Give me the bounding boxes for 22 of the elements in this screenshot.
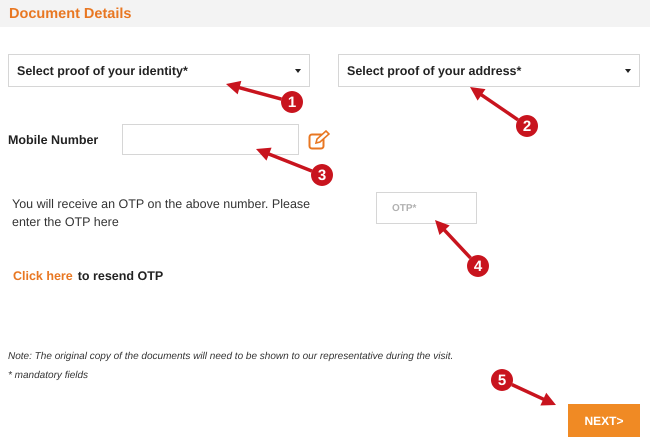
dropdown[interactable]: Select proof of your address*	[338, 54, 640, 87]
step-number: 2	[516, 115, 538, 137]
annotation-arrow	[226, 80, 282, 101]
annotation-arrow	[470, 87, 519, 122]
section-title: Document Details	[9, 6, 132, 22]
mandatory-note: * mandatory fields	[8, 370, 88, 381]
otp-instruction: You will receive an OTP on the above number. Please enter the OTP here	[12, 196, 312, 231]
caret-icon	[295, 68, 301, 72]
dropdown[interactable]: Select proof of your identity*	[8, 54, 310, 87]
mobile-input[interactable]	[122, 124, 299, 155]
edit-icon[interactable]	[308, 130, 330, 150]
step-number: 3	[311, 164, 333, 186]
caret-icon	[625, 68, 631, 72]
note-text: Note: The original copy of the documents will need to be shown to our representative during the visit.	[8, 351, 454, 362]
otp-input[interactable]: OTP*	[376, 192, 477, 224]
annotation-arrow	[435, 220, 472, 260]
annotation-arrow	[511, 383, 556, 406]
step-number: 4	[467, 255, 489, 277]
resend-text: to resend OTP	[78, 269, 164, 283]
field-label: Mobile Number	[8, 132, 100, 146]
step-number: 5	[491, 369, 513, 391]
step-number: 1	[281, 91, 303, 113]
